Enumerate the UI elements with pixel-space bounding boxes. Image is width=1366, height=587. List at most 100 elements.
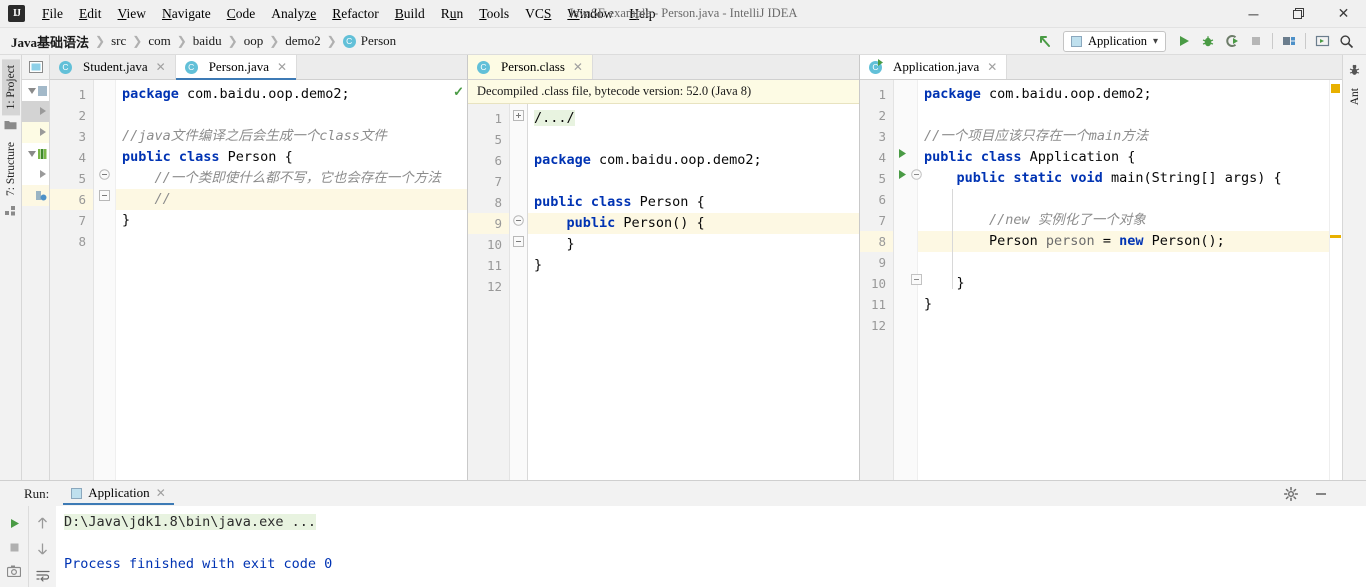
tabstrip-filler: [1007, 55, 1342, 79]
menu-item-analyze[interactable]: Analyze: [263, 2, 324, 26]
stop-button[interactable]: [1244, 29, 1268, 53]
editor-body-person-java[interactable]: 1 2 3 4 5 6 7 8 package com.baidu.oop.de…: [50, 80, 467, 480]
back-arrow-icon[interactable]: [1033, 29, 1057, 53]
camera-icon[interactable]: [3, 560, 25, 582]
mini-column-header[interactable]: [22, 55, 49, 80]
mini-row[interactable]: [22, 164, 49, 185]
soft-wrap-icon[interactable]: [32, 564, 54, 586]
editor-body-application-java[interactable]: 1 2 3 4 5 6 7 8 9 10 11 12 package com.b…: [860, 80, 1342, 480]
menu-item-view[interactable]: View: [110, 2, 154, 26]
mini-row[interactable]: [22, 101, 49, 122]
stop-button[interactable]: [3, 536, 25, 558]
run-panel-nav-tools: [28, 506, 56, 587]
class-badge-icon: C: [477, 60, 490, 74]
menu-item-refactor[interactable]: Refactor: [324, 2, 386, 26]
run-gutter-icon[interactable]: [897, 147, 908, 162]
editor-gutter[interactable]: 1 2 3 4 5 6 7 8: [50, 80, 94, 480]
arrow-down-icon[interactable]: [32, 538, 54, 560]
menu-item-edit[interactable]: Edit: [71, 2, 110, 26]
fold-minus-icon[interactable]: [99, 189, 110, 204]
run-console-output[interactable]: D:\Java\jdk1.8\bin\java.exe ... Process …: [56, 506, 1366, 587]
close-icon[interactable]: ✕: [156, 486, 166, 501]
editor-scroll-markers[interactable]: [1329, 80, 1342, 480]
line-number: 9: [468, 213, 509, 234]
folded-region[interactable]: /.../: [534, 110, 575, 126]
mini-row[interactable]: [22, 122, 49, 143]
code-line: }: [924, 296, 933, 312]
close-icon[interactable]: ✕: [987, 60, 997, 75]
breadcrumb-separator: ❯: [227, 34, 238, 48]
class-badge-icon: C: [342, 34, 356, 48]
close-icon[interactable]: ✕: [277, 60, 287, 75]
close-icon[interactable]: ✕: [573, 60, 583, 75]
menu-item-file[interactable]: File: [34, 2, 71, 26]
arrow-up-icon[interactable]: [32, 512, 54, 534]
maximize-button[interactable]: [1276, 0, 1321, 28]
menu-item-run[interactable]: Run: [433, 2, 472, 26]
mini-row[interactable]: [22, 80, 49, 101]
sidebar-item-ant[interactable]: Ant: [1346, 82, 1364, 111]
menu-item-vcs[interactable]: VCS: [517, 2, 559, 26]
menu-item-help[interactable]: Help: [621, 2, 663, 26]
run-gutter-icon[interactable]: [897, 168, 908, 183]
menu-item-navigate[interactable]: Navigate: [154, 2, 219, 26]
inspection-ok-check-icon[interactable]: ✓: [453, 84, 464, 100]
rerun-button[interactable]: [3, 512, 25, 534]
editor-body-person-class[interactable]: 1 5 6 7 8 9 10 11 12 /.../ package com.b…: [468, 104, 859, 480]
breadcrumb-item-baidu[interactable]: baidu: [190, 33, 225, 49]
menu-item-tools[interactable]: Tools: [471, 2, 517, 26]
terminal-button[interactable]: [1310, 29, 1334, 53]
editor-tab-application-java[interactable]: C Application.java ✕: [860, 55, 1008, 79]
fold-minus-round-icon[interactable]: [99, 168, 110, 183]
breadcrumb-item-src[interactable]: src: [108, 33, 129, 49]
mini-row[interactable]: [22, 143, 49, 164]
fold-minus-round-icon[interactable]: [513, 214, 524, 229]
fold-plus-icon[interactable]: [513, 109, 524, 124]
fold-strip[interactable]: [894, 80, 922, 480]
tab-label: Person.java: [208, 59, 269, 74]
fold-strip[interactable]: [94, 80, 116, 480]
breadcrumb-item-com[interactable]: com: [145, 33, 173, 49]
minimize-icon[interactable]: [1310, 483, 1332, 505]
editor-tab-person-class[interactable]: C Person.class ✕: [468, 55, 593, 79]
editor-tab-student-java[interactable]: C Student.java ✕: [50, 55, 176, 79]
code-content-application-java[interactable]: package com.baidu.oop.demo2; //一个项目应该只存在…: [918, 80, 1329, 480]
code-line: //java文件编译之后会生成一个class文件: [116, 126, 467, 147]
code-content-person-class[interactable]: /.../ package com.baidu.oop.demo2; publi…: [528, 104, 859, 480]
warning-marker[interactable]: [1331, 84, 1340, 93]
gear-icon[interactable]: [1280, 483, 1302, 505]
menu-item-build[interactable]: Build: [387, 2, 433, 26]
close-icon[interactable]: ✕: [156, 60, 166, 75]
search-everywhere-button[interactable]: [1334, 29, 1358, 53]
editor-gutter[interactable]: 1 2 3 4 5 6 7 8 9 10 11 12: [860, 80, 894, 480]
minimize-button[interactable]: ─: [1231, 0, 1276, 28]
editor-gutter[interactable]: 1 5 6 7 8 9 10 11 12: [468, 104, 510, 480]
code-content-person-java[interactable]: package com.baidu.oop.demo2; //java文件编译之…: [116, 80, 467, 480]
run-tool-window: Run: Application ✕ D:\Java\jdk1.8\bin\ja…: [0, 480, 1366, 587]
mini-row[interactable]: [22, 185, 49, 206]
fold-minus-icon[interactable]: [513, 235, 524, 250]
code-line: /.../: [528, 108, 859, 129]
breadcrumb-item-person[interactable]: C Person: [340, 33, 399, 49]
run-tab-application[interactable]: Application ✕: [63, 482, 175, 505]
breadcrumb-item-oop[interactable]: oop: [241, 33, 267, 49]
debug-button[interactable]: [1196, 29, 1220, 53]
project-structure-button[interactable]: [1277, 29, 1301, 53]
breadcrumb-item-project[interactable]: Java基础语法: [8, 32, 92, 51]
run-configuration-selector[interactable]: Application ▾: [1062, 30, 1166, 52]
breadcrumb-item-demo2[interactable]: demo2: [282, 33, 323, 49]
line-marker[interactable]: [1330, 235, 1341, 238]
close-button[interactable]: ✕: [1321, 0, 1366, 28]
sidebar-item-structure[interactable]: 7: Structure: [2, 136, 20, 202]
menu-item-window[interactable]: Window: [559, 2, 621, 26]
code-line: }: [534, 257, 543, 273]
fold-strip[interactable]: [510, 104, 528, 480]
menu-item-code[interactable]: Code: [219, 2, 264, 26]
run-with-coverage-button[interactable]: [1220, 29, 1244, 53]
code-line: public Person() {: [528, 213, 859, 234]
editor-tab-person-java[interactable]: C Person.java ✕: [175, 55, 298, 80]
sidebar-item-project[interactable]: 1: Project: [1, 59, 20, 116]
mini-column-rows: [22, 80, 49, 206]
main-body: 1: Project 7: Structure C Student.java ✕…: [0, 55, 1366, 480]
run-button[interactable]: [1172, 29, 1196, 53]
